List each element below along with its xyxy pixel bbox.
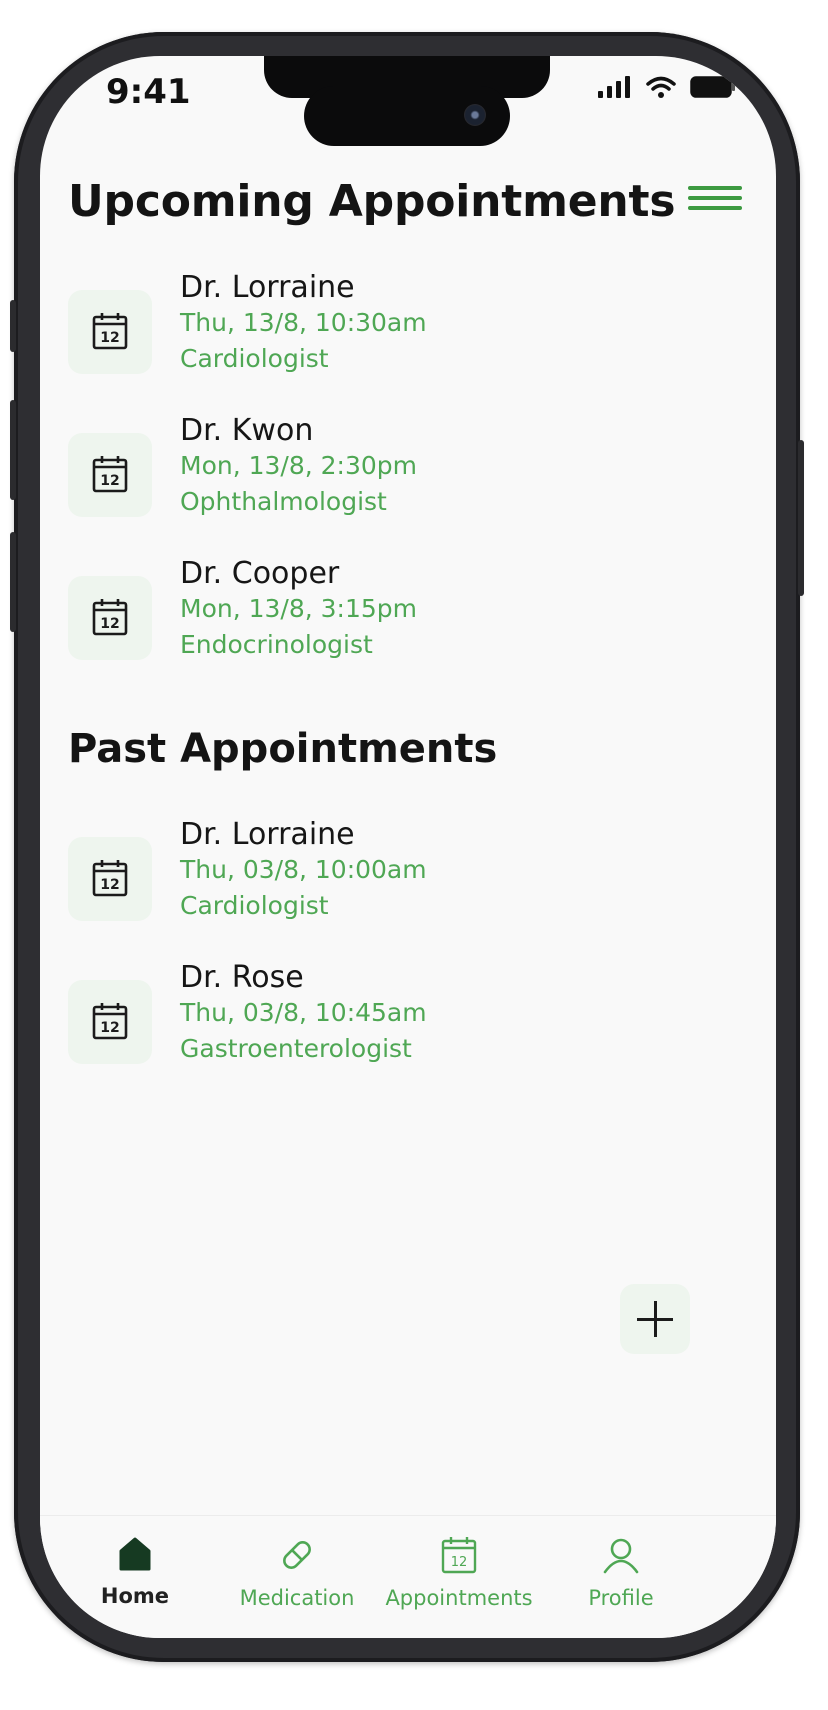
volume-down-button [10, 532, 16, 632]
calendar-icon: 12 [92, 860, 128, 897]
doctor-specialty: Ophthalmologist [180, 487, 387, 516]
phone-screen: 9:41 Upcoming Appointments 12 Dr. Lorrai… [40, 56, 776, 1638]
calendar-tile: 12 [68, 980, 152, 1064]
upcoming-appointment-item[interactable]: 12 Dr. Kwon Mon, 13/8, 2:30pm Ophthalmol… [68, 413, 708, 523]
calendar-icon: 12 [92, 456, 128, 493]
appointment-datetime: Thu, 03/8, 10:00am [180, 855, 427, 884]
appointment-datetime: Mon, 13/8, 3:15pm [180, 594, 417, 623]
doctor-specialty: Gastroenterologist [180, 1034, 412, 1063]
calendar-tile: 12 [68, 290, 152, 374]
signal-icon [598, 76, 630, 98]
doctor-name: Dr. Lorraine [180, 817, 355, 852]
calendar-icon: 12 [92, 1003, 128, 1040]
doctor-specialty: Cardiologist [180, 891, 329, 920]
doctor-name: Dr. Cooper [180, 556, 340, 591]
tab-home[interactable]: Home [50, 1536, 220, 1626]
status-time: 9:41 [106, 72, 191, 112]
menu-bar-icon [688, 186, 742, 190]
past-title: Past Appointments [68, 726, 498, 772]
appointment-datetime: Thu, 03/8, 10:45am [180, 998, 427, 1027]
calendar-icon: 12 [92, 599, 128, 636]
appointment-datetime: Mon, 13/8, 2:30pm [180, 451, 417, 480]
power-button [798, 440, 804, 596]
home-icon [119, 1537, 151, 1571]
calendar-day-number: 12 [100, 1020, 119, 1036]
doctor-specialty: Endocrinologist [180, 630, 373, 659]
mute-switch [10, 300, 16, 352]
doctor-name: Dr. Lorraine [180, 270, 355, 305]
user-icon [603, 1538, 639, 1574]
calendar-day-number: 12 [100, 330, 119, 346]
past-appointment-item[interactable]: 12 Dr. Lorraine Thu, 03/8, 10:00am Cardi… [68, 817, 708, 927]
tab-label: Appointments [385, 1586, 533, 1610]
calendar-icon: 12 [441, 1537, 477, 1574]
calendar-tile: 12 [68, 837, 152, 921]
upcoming-appointment-item[interactable]: 12 Dr. Cooper Mon, 13/8, 3:15pm Endocrin… [68, 556, 708, 666]
tab-profile[interactable]: Profile [536, 1536, 706, 1626]
doctor-name: Dr. Kwon [180, 413, 314, 448]
tab-label: Profile [588, 1586, 654, 1610]
past-appointment-item[interactable]: 12 Dr. Rose Thu, 03/8, 10:45am Gastroent… [68, 960, 708, 1070]
pill-icon [283, 1541, 311, 1569]
add-appointment-button[interactable] [620, 1284, 690, 1354]
camera-lens [464, 104, 486, 126]
status-icons [598, 76, 736, 98]
calendar-tile: 12 [68, 433, 152, 517]
appointment-datetime: Thu, 13/8, 10:30am [180, 308, 427, 337]
menu-bar-icon [688, 206, 742, 210]
upcoming-title: Upcoming Appointments [68, 176, 676, 227]
menu-bar-icon [688, 196, 742, 200]
tab-appointments[interactable]: 12 Appointments [374, 1536, 544, 1626]
calendar-tile: 12 [68, 576, 152, 660]
wifi-icon [646, 76, 676, 98]
bottom-tab-bar: Home Medication 12 Appointments Profile [40, 1515, 776, 1638]
calendar-day-number: 12 [100, 473, 119, 489]
tab-label: Medication [239, 1586, 355, 1610]
calendar-icon: 12 [92, 313, 128, 350]
tab-medication[interactable]: Medication [212, 1536, 382, 1626]
volume-up-button [10, 400, 16, 500]
doctor-name: Dr. Rose [180, 960, 304, 995]
calendar-day-number: 12 [100, 616, 119, 632]
calendar-day-number: 12 [451, 1555, 468, 1570]
calendar-day-number: 12 [100, 877, 119, 893]
doctor-specialty: Cardiologist [180, 344, 329, 373]
menu-button[interactable] [688, 186, 742, 216]
battery-icon [690, 76, 735, 98]
tab-label: Home [100, 1584, 170, 1608]
camera-island [304, 86, 510, 146]
upcoming-appointment-item[interactable]: 12 Dr. Lorraine Thu, 13/8, 10:30am Cardi… [68, 270, 708, 380]
